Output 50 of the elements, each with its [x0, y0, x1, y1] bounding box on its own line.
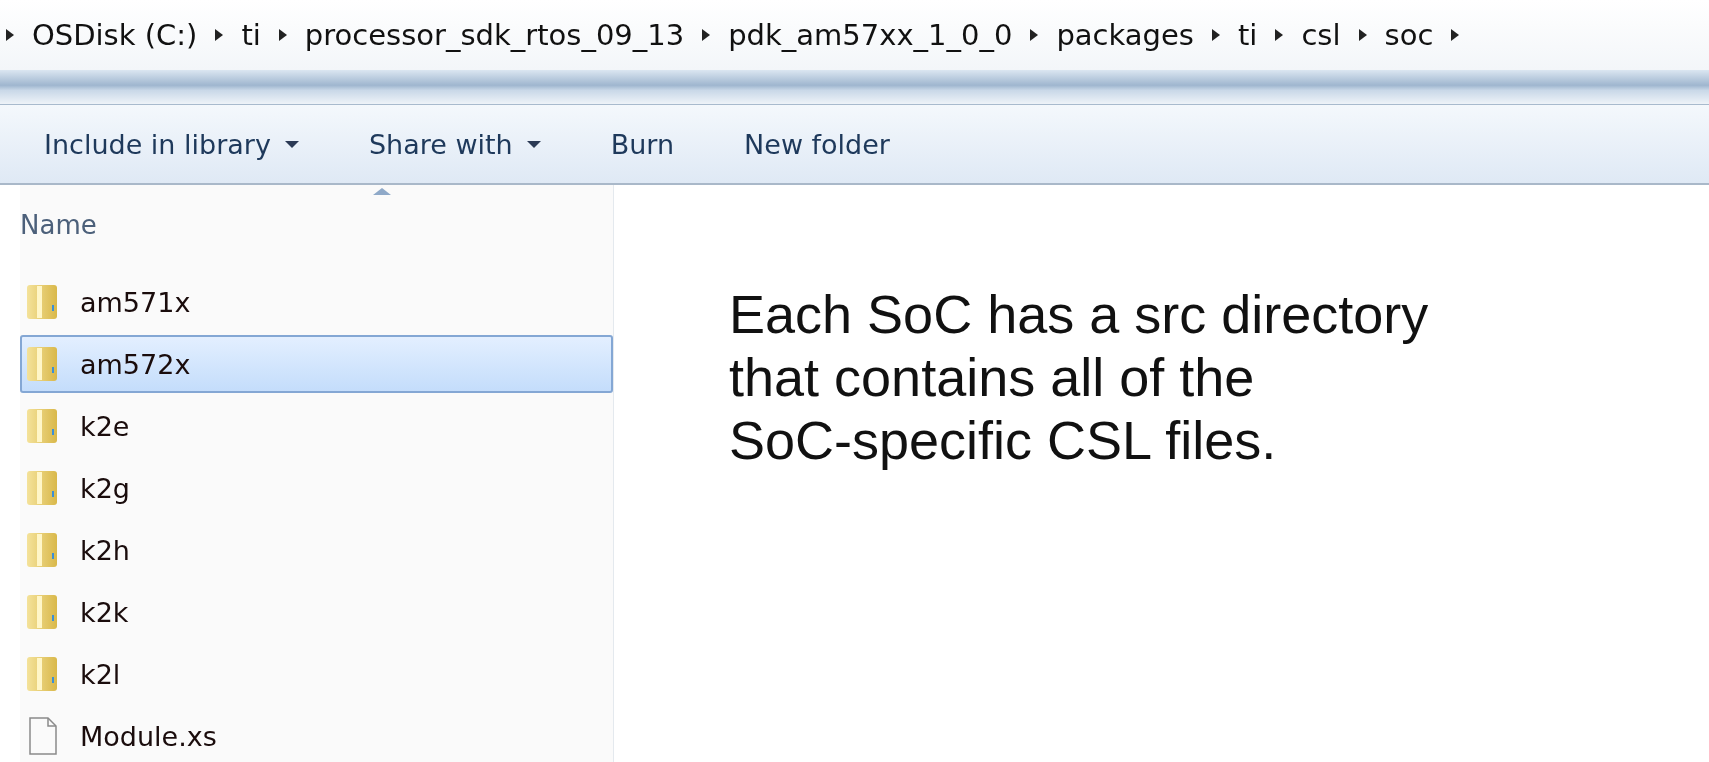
folder-icon — [26, 469, 58, 507]
file-name: k2g — [80, 472, 130, 504]
breadcrumb-arrow-icon — [6, 29, 14, 41]
caret-icon — [284, 140, 299, 148]
file-row[interactable]: k2l — [20, 645, 613, 703]
breadcrumb-arrow-icon — [1358, 29, 1367, 41]
breadcrumb-arrow-icon — [1451, 29, 1460, 41]
caret-icon — [526, 140, 541, 148]
file-name: k2k — [80, 596, 129, 628]
column-header[interactable]: Name — [20, 185, 613, 265]
breadcrumb-item[interactable]: pdk_am57xx_1_0_0 — [726, 18, 1015, 52]
folder-icon — [26, 345, 58, 383]
toolbar-button[interactable]: New folder — [724, 122, 910, 166]
file-name: am571x — [80, 286, 191, 318]
folder-icon — [26, 283, 58, 321]
breadcrumb-arrow-icon — [702, 29, 711, 41]
breadcrumb-item[interactable]: csl — [1299, 18, 1343, 52]
file-name: k2l — [80, 658, 121, 690]
breadcrumb-arrow-icon — [1275, 29, 1284, 41]
folder-icon — [26, 593, 58, 631]
breadcrumb-item[interactable]: ti — [239, 18, 263, 52]
file-row[interactable]: Module.xs — [20, 707, 613, 762]
file-name: k2e — [80, 410, 130, 442]
sort-arrow-icon — [372, 187, 392, 196]
toolbar-button[interactable]: Burn — [590, 122, 695, 166]
breadcrumb-item[interactable]: processor_sdk_rtos_09_13 — [302, 18, 687, 52]
file-row[interactable]: k2e — [20, 397, 613, 455]
folder-icon — [26, 655, 58, 693]
document-icon — [26, 717, 58, 755]
file-name: am572x — [80, 348, 191, 380]
file-name: Module.xs — [80, 720, 217, 752]
breadcrumb-item[interactable]: OSDisk (C:) — [30, 18, 200, 52]
breadcrumb-item[interactable]: packages — [1054, 18, 1196, 52]
breadcrumb-arrow-icon — [1211, 29, 1220, 41]
file-row[interactable]: k2k — [20, 583, 613, 641]
breadcrumb-item[interactable]: ti — [1235, 18, 1260, 52]
breadcrumb-arrow-icon — [278, 29, 287, 41]
breadcrumb-item[interactable]: soc — [1382, 18, 1436, 52]
breadcrumb-arrow-icon — [215, 29, 224, 41]
annotation-text: Each SoC has a src directory that contains all of the SoC-specific CSL files. — [729, 283, 1430, 472]
file-row[interactable]: k2h — [20, 521, 613, 579]
folder-icon — [26, 407, 58, 445]
file-name: k2h — [80, 534, 130, 566]
toolbar-button[interactable]: Include in library — [24, 122, 319, 166]
file-row[interactable]: am572x — [20, 335, 613, 393]
toolbar-button[interactable]: Share with — [348, 122, 561, 166]
folder-icon — [26, 531, 58, 569]
breadcrumb-arrow-icon — [1030, 29, 1039, 41]
file-row[interactable]: k2g — [20, 459, 613, 517]
file-row[interactable]: am571x — [20, 273, 613, 331]
